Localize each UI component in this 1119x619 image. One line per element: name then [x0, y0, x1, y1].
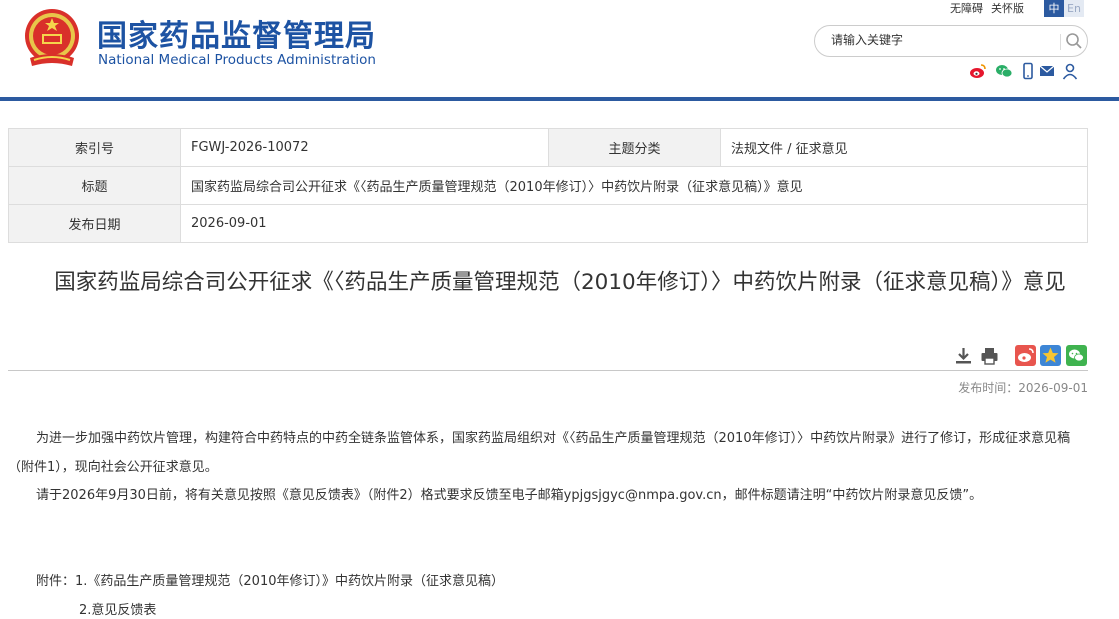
- index-label: 索引号: [8, 128, 181, 167]
- qzone-share-icon[interactable]: [1040, 345, 1061, 366]
- accessibility-link[interactable]: 无障碍: [950, 2, 983, 15]
- document-info-table: 索引号 FGWJ-2026-10072 主题分类 法规文件 / 征求意见 标题 …: [8, 128, 1088, 243]
- wechat-share-icon[interactable]: [1066, 345, 1087, 366]
- search-input[interactable]: [831, 33, 1051, 47]
- site-header: 国家药品监督管理局 National Medical Products Admi…: [0, 0, 1119, 98]
- date-label: 发布日期: [8, 204, 181, 243]
- title-value: 国家药监局综合司公开征求《〈药品生产质量管理规范（2010年修订）〉中药饮片附录…: [180, 166, 1088, 205]
- mobile-icon[interactable]: [1019, 62, 1037, 80]
- info-row-index: 索引号 FGWJ-2026-10072 主题分类 法规文件 / 征求意见: [8, 128, 1088, 167]
- search-box: [814, 25, 1088, 57]
- attachments: 附件：1.《药品生产质量管理规范（2010年修订）》中药饮片附录（征求意见稿） …: [36, 568, 504, 619]
- article-divider: [8, 370, 1088, 371]
- info-row-title: 标题 国家药监局综合司公开征求《〈药品生产质量管理规范（2010年修订）〉中药饮…: [8, 166, 1088, 205]
- user-icon[interactable]: [1061, 62, 1079, 80]
- title-label: 标题: [8, 166, 181, 205]
- article-title: 国家药监局综合司公开征求《〈药品生产质量管理规范（2010年修订）〉中药饮片附录…: [54, 270, 1066, 295]
- mail-icon[interactable]: [1038, 62, 1056, 80]
- search-divider: [1060, 34, 1061, 50]
- topic-value: 法规文件 / 征求意见: [720, 128, 1088, 167]
- care-mode-link[interactable]: 关怀版: [991, 2, 1024, 15]
- publish-time: 发布时间：2026-09-01: [958, 381, 1088, 395]
- download-icon[interactable]: [953, 345, 974, 366]
- national-emblem-logo[interactable]: [22, 6, 82, 70]
- index-value: FGWJ-2026-10072: [180, 128, 549, 167]
- lang-zh-button[interactable]: 中: [1044, 0, 1064, 17]
- site-title-cn[interactable]: 国家药品监督管理局: [97, 11, 376, 55]
- attachment-1-link[interactable]: 附件：1.《药品生产质量管理规范（2010年修订）》中药饮片附录（征求意见稿）: [36, 568, 504, 597]
- article-paragraph-2: 请于2026年9月30日前，将有关意见按照《意见反馈表》（附件2）格式要求反馈至…: [36, 488, 983, 503]
- info-row-date: 发布日期 2026-09-01: [8, 204, 1088, 243]
- weibo-icon[interactable]: [969, 62, 987, 80]
- weibo-share-icon[interactable]: [1015, 345, 1036, 366]
- wechat-icon[interactable]: [995, 62, 1013, 80]
- search-icon[interactable]: [1065, 32, 1083, 50]
- attachment-2-link[interactable]: 2.意见反馈表: [36, 597, 504, 619]
- article-body: 为进一步加强中药饮片管理，构建符合中药特点的中药全链条监管体系，国家药监局组织对…: [8, 425, 1088, 511]
- site-title-en[interactable]: National Medical Products Administration: [98, 52, 376, 68]
- top-links: 无障碍 关怀版: [950, 0, 1032, 16]
- topic-label: 主题分类: [548, 128, 721, 167]
- print-icon[interactable]: [979, 345, 1000, 366]
- header-divider-bar: [0, 97, 1119, 101]
- lang-en-button[interactable]: En: [1064, 0, 1084, 17]
- date-value: 2026-09-01: [180, 204, 1088, 243]
- article-paragraph-1: 为进一步加强中药饮片管理，构建符合中药特点的中药全链条监管体系，国家药监局组织对…: [8, 431, 1071, 475]
